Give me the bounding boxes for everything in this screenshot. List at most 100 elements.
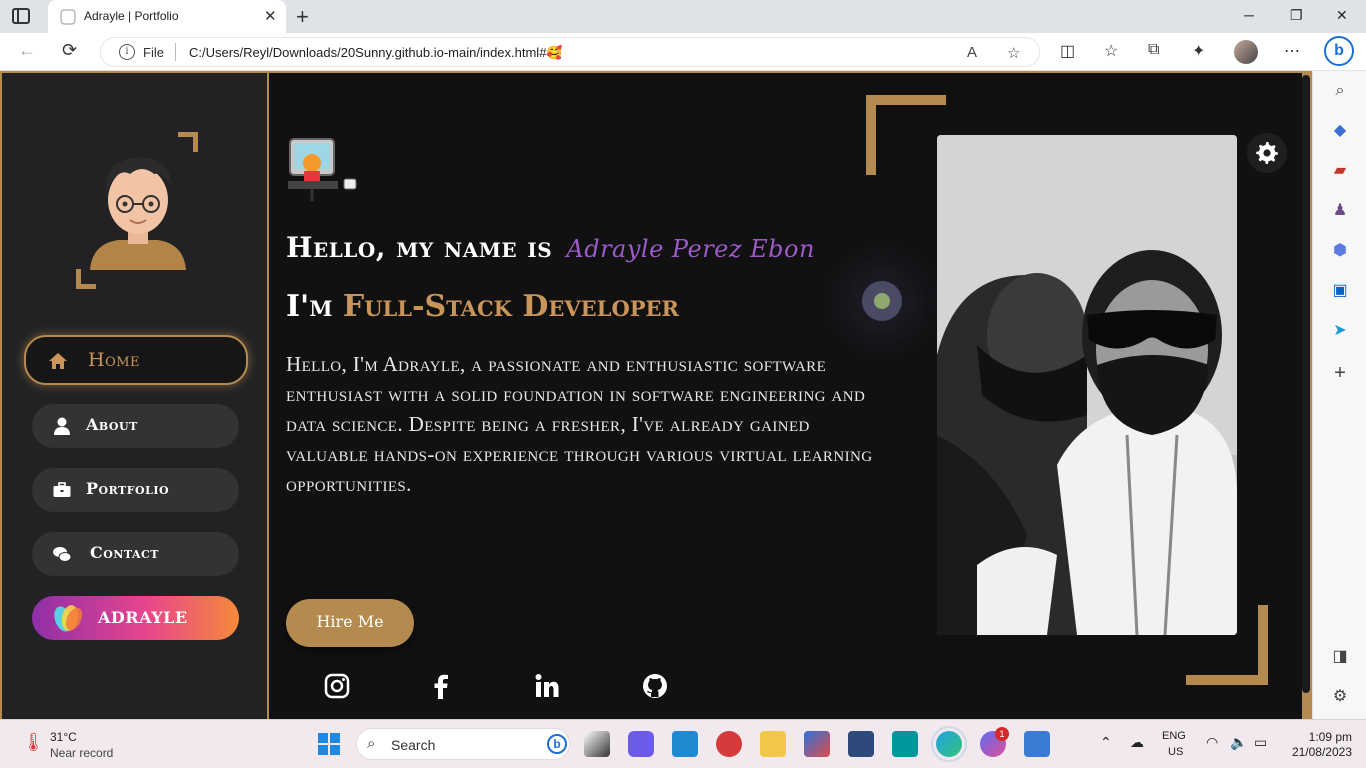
taskbar: 🌡 31°C Near record ⌕ Search b 1 ⌃ ☁ ENG …: [0, 719, 1366, 768]
thermometer-icon: 🌡: [22, 732, 45, 752]
clock-time: 1:09 pm: [1308, 730, 1352, 744]
add-sidebar-item-icon[interactable]: +: [1330, 363, 1350, 383]
role-prefix: I'm: [286, 289, 333, 324]
new-tab-button[interactable]: +: [296, 4, 309, 30]
show-hidden-icons[interactable]: ⌃: [1100, 734, 1112, 751]
info-icon[interactable]: i: [119, 44, 135, 60]
avatar: [90, 157, 186, 270]
windows-start-icon[interactable]: [318, 733, 340, 755]
clock-date: 21/08/2023: [1291, 745, 1352, 759]
search-icon: ⌕: [367, 735, 376, 752]
favorite-star-icon[interactable]: ☆: [1007, 44, 1020, 62]
refresh-icon[interactable]: ⟳: [62, 40, 77, 61]
owner-name: Adrayle Perez Ebon: [566, 235, 815, 263]
nav-portfolio-button[interactable]: Portfolio: [32, 468, 239, 512]
browser-tab[interactable]: Adrayle | Portfolio ✕: [48, 0, 286, 33]
language-bottom[interactable]: US: [1168, 746, 1183, 758]
page-scrollbar-thumb[interactable]: [1302, 75, 1310, 693]
more-options-icon[interactable]: ⋯: [1284, 41, 1300, 61]
bio-paragraph: Hello, I'm Adrayle, a passionate and ent…: [286, 352, 873, 496]
search-label: Search: [391, 737, 436, 753]
outlook-icon[interactable]: ▣: [1330, 281, 1350, 301]
maximize-button[interactable]: ❐: [1290, 7, 1303, 24]
chat-icon: [53, 547, 72, 562]
read-aloud-icon[interactable]: A: [967, 44, 977, 61]
url-field[interactable]: i File C:/Users/Reyl/Downloads/20Sunny.g…: [100, 37, 1040, 67]
teams-chat-icon[interactable]: [628, 731, 654, 757]
photo-frame-corner: [866, 95, 946, 175]
tab-strip: Adrayle | Portfolio ✕ + ─ ❐ ✕: [0, 0, 1366, 33]
profile-avatar[interactable]: [1234, 40, 1258, 64]
edge-browser-icon[interactable]: [931, 726, 967, 762]
battery-icon[interactable]: ▭: [1254, 734, 1267, 751]
hero-section: Hello, my name is Adrayle Perez Ebon I'm…: [270, 73, 1302, 719]
edge-sidebar: ⌕ ◆ ▰ ♟ ⬢ ▣ ➤ + ◨ ⚙: [1312, 71, 1366, 719]
microsoft365-icon[interactable]: ⬢: [1330, 241, 1350, 261]
favorites-icon[interactable]: ☆: [1104, 41, 1118, 61]
split-screen-icon[interactable]: ◫: [1060, 41, 1075, 61]
role-title: Full-Stack Developer: [342, 289, 679, 324]
glow-orb: [862, 281, 902, 321]
profile-photo: [937, 135, 1237, 635]
url-divider: [175, 43, 176, 61]
nav-portfolio-label: Portfolio: [86, 479, 170, 498]
url-text[interactable]: C:/Users/Reyl/Downloads/20Sunny.github.i…: [189, 45, 563, 61]
linkedin-icon[interactable]: [534, 673, 560, 699]
bing-search-icon: b: [547, 734, 567, 754]
nav-contact-button[interactable]: Contact: [32, 532, 239, 576]
tab-close-icon[interactable]: ✕: [264, 7, 277, 25]
github-icon[interactable]: [642, 673, 668, 699]
adrayle-logo-icon: [54, 605, 83, 632]
network-status-icon[interactable]: ☁: [1130, 734, 1144, 751]
task-view-icon[interactable]: [584, 731, 610, 757]
nav-adrayle-button[interactable]: ADRAYLE: [32, 596, 239, 640]
back-arrow-icon[interactable]: ←: [18, 40, 36, 61]
microsoft-store-icon[interactable]: [804, 731, 830, 757]
system-clock[interactable]: 1:09 pm 21/08/2023: [1286, 730, 1352, 760]
taskbar-search-box[interactable]: ⌕ Search b: [356, 728, 570, 760]
weather-temperature[interactable]: 31°C: [50, 730, 77, 744]
wifi-icon[interactable]: ◠: [1206, 734, 1218, 751]
sidebar-settings-icon[interactable]: ⚙: [1330, 687, 1350, 707]
close-window-button[interactable]: ✕: [1336, 7, 1348, 24]
address-bar: ← ⟳ i File C:/Users/Reyl/Downloads/20Sun…: [0, 33, 1366, 71]
role-heading: I'm Full-Stack Developer: [286, 289, 679, 324]
notepad-icon[interactable]: [1024, 731, 1050, 757]
nav-about-button[interactable]: About: [32, 404, 239, 448]
hide-sidebar-icon[interactable]: ◨: [1330, 647, 1350, 667]
nav-home-button[interactable]: Home: [24, 335, 248, 385]
messenger-badge: 1: [995, 727, 1009, 741]
facebook-icon[interactable]: [428, 673, 454, 699]
arduino-icon[interactable]: [892, 731, 918, 757]
extensions-icon[interactable]: ✦: [1192, 41, 1205, 61]
autocad-icon[interactable]: [716, 731, 742, 757]
games-icon[interactable]: ♟: [1330, 201, 1350, 221]
instagram-icon[interactable]: [324, 673, 350, 699]
sidebar-search-icon[interactable]: ⌕: [1330, 81, 1350, 101]
tools-briefcase-icon[interactable]: ▰: [1330, 161, 1350, 181]
greeting-text: Hello, my name is: [286, 231, 553, 264]
vscode-icon[interactable]: [672, 731, 698, 757]
bing-copilot-icon[interactable]: b: [1324, 36, 1354, 66]
hire-me-button[interactable]: Hire Me: [286, 599, 414, 647]
site-sidebar: Home About Portfolio Contact ADRAYLE: [2, 73, 269, 719]
user-icon: [54, 417, 70, 435]
avatar-frame-corner: [76, 269, 96, 289]
shopping-tag-icon[interactable]: ◆: [1330, 121, 1350, 141]
briefcase-icon: [53, 482, 71, 497]
minimize-button[interactable]: ─: [1244, 7, 1254, 23]
tab-actions-icon[interactable]: [12, 8, 30, 24]
collections-icon[interactable]: ⧉: [1148, 41, 1159, 59]
nav-about-label: About: [86, 415, 138, 434]
weather-description[interactable]: Near record: [50, 746, 113, 760]
nav-home-label: Home: [88, 349, 141, 371]
send-icon[interactable]: ➤: [1330, 321, 1350, 341]
theme-settings-button[interactable]: [1247, 133, 1287, 173]
tab-title: Adrayle | Portfolio: [84, 9, 179, 23]
language-top[interactable]: ENG: [1162, 730, 1186, 742]
page-favicon-icon: [60, 9, 76, 25]
file-explorer-icon[interactable]: [760, 731, 786, 757]
virtualbox-icon[interactable]: [848, 731, 874, 757]
greeting-heading: Hello, my name is Adrayle Perez Ebon: [286, 231, 815, 264]
volume-icon[interactable]: 🔈: [1230, 734, 1247, 751]
